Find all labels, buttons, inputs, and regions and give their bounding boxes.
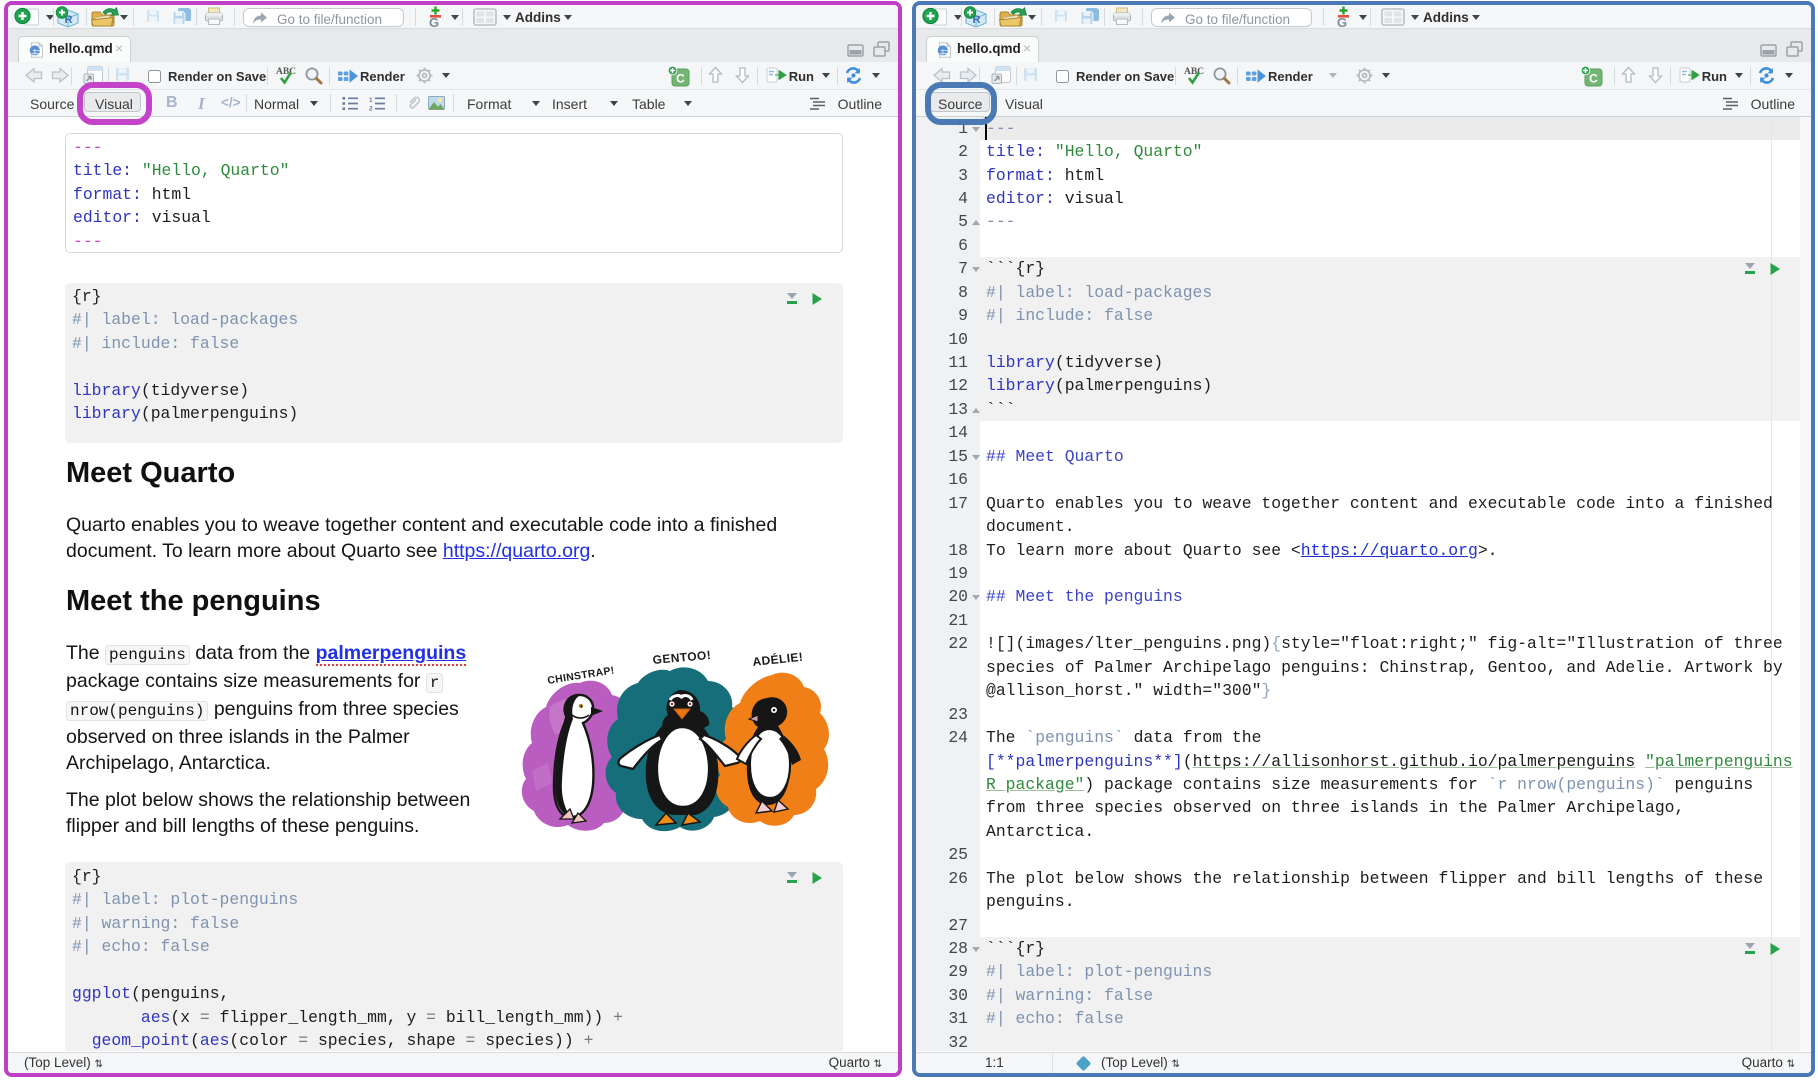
svg-text:2: 2 (369, 106, 373, 112)
svg-text:ABC: ABC (276, 67, 296, 77)
svg-text:ABC: ABC (1184, 67, 1204, 77)
svg-text:C: C (1589, 72, 1598, 86)
svg-text:1: 1 (369, 97, 373, 104)
svg-text:ADÉLIE!: ADÉLIE! (752, 649, 804, 669)
svg-text:G: G (1337, 15, 1347, 28)
svg-text:GENTOO!: GENTOO! (652, 648, 712, 667)
svg-text:C: C (676, 72, 685, 86)
svg-text:G: G (429, 15, 439, 28)
